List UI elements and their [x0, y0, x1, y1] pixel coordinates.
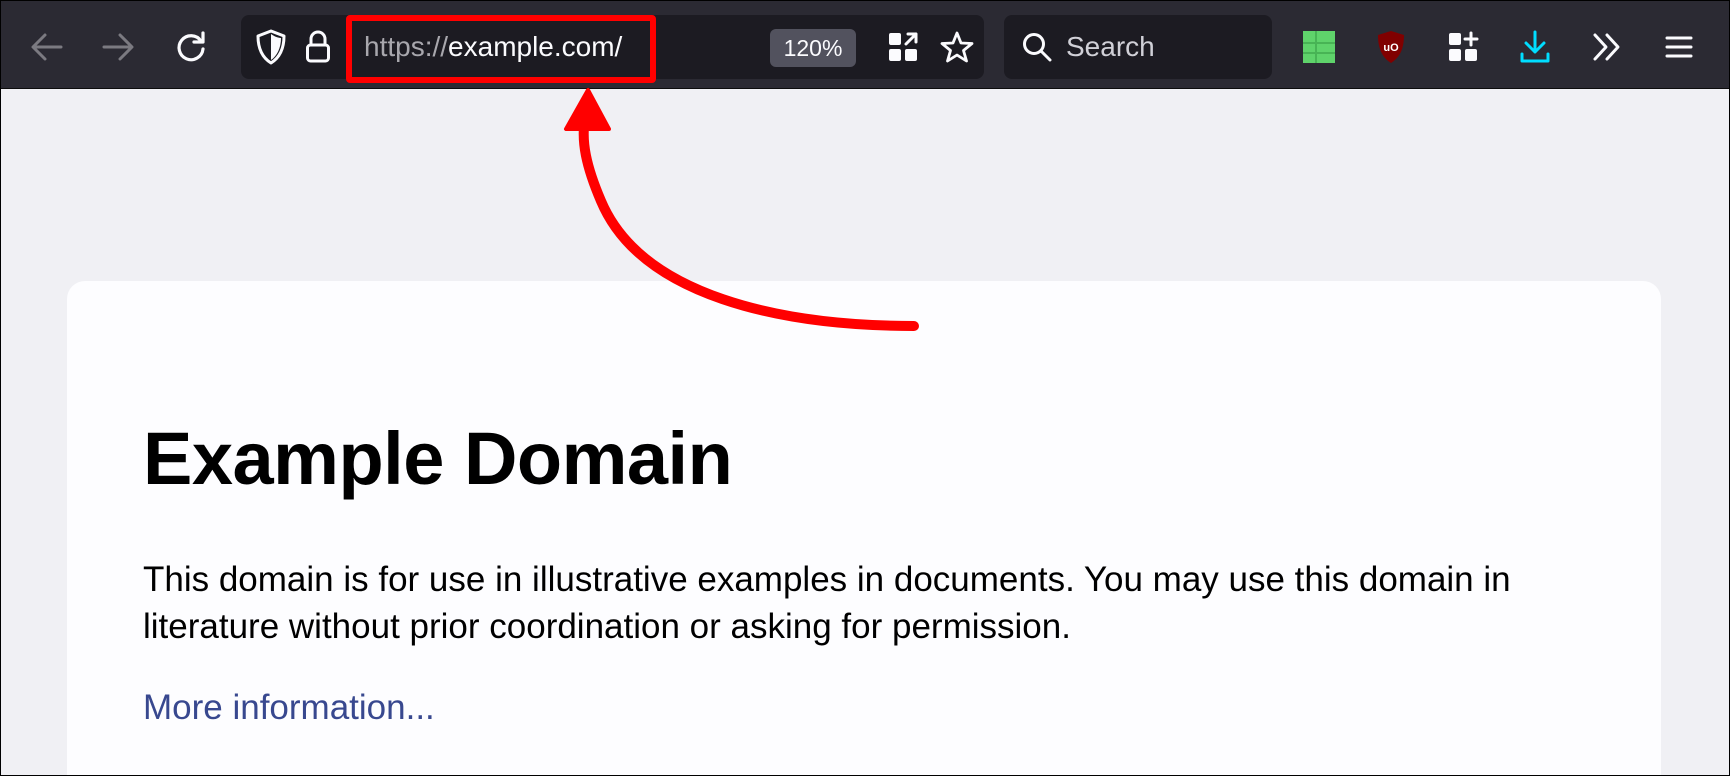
page-description: This domain is for use in illustrative e… — [143, 560, 1511, 646]
search-placeholder: Search — [1066, 31, 1155, 62]
reload-button[interactable] — [161, 15, 221, 79]
ublock-origin-button[interactable]: uO — [1361, 15, 1421, 79]
bookmark-star-icon — [940, 31, 974, 63]
site-info-button[interactable] — [293, 15, 343, 79]
extension-green-button[interactable] — [1289, 15, 1349, 79]
overflow-chevrons-icon — [1593, 33, 1620, 61]
browser-window: https://example.com/ 120% Search uO Exam… — [1, 1, 1729, 775]
reload-icon — [177, 31, 205, 62]
menu-icon — [1665, 36, 1693, 58]
url-highlight-annotation — [346, 15, 656, 83]
back-button[interactable] — [17, 15, 77, 79]
svg-text:uO: uO — [1383, 42, 1399, 54]
zoom-level-badge[interactable]: 120% — [770, 29, 856, 67]
bookmark-button[interactable] — [931, 15, 983, 79]
search-icon — [1023, 33, 1052, 62]
extensions-icon — [1449, 31, 1479, 61]
back-arrow-icon — [31, 33, 63, 61]
page-action-icon — [889, 32, 918, 61]
forward-button[interactable] — [88, 15, 148, 79]
extensions-button[interactable] — [1433, 15, 1493, 79]
more-information-link[interactable]: More information... — [143, 688, 435, 728]
extension-green-icon — [1303, 31, 1335, 63]
content-card: Example Domain This domain is for use in… — [67, 281, 1661, 775]
downloads-icon — [1520, 30, 1550, 63]
downloads-button[interactable] — [1505, 15, 1565, 79]
page-title: Example Domain — [143, 417, 733, 500]
shield-icon — [256, 29, 286, 65]
ublock-origin-icon: uO — [1378, 31, 1404, 63]
search-box[interactable]: Search — [1004, 15, 1272, 79]
forward-arrow-icon — [102, 33, 134, 61]
menu-button[interactable] — [1649, 15, 1709, 79]
lock-icon — [306, 30, 330, 63]
page-action-button[interactable] — [877, 15, 929, 79]
browser-toolbar: https://example.com/ 120% Search uO — [1, 1, 1729, 89]
overflow-button[interactable] — [1577, 15, 1637, 79]
tracking-protection-button[interactable] — [241, 15, 301, 79]
